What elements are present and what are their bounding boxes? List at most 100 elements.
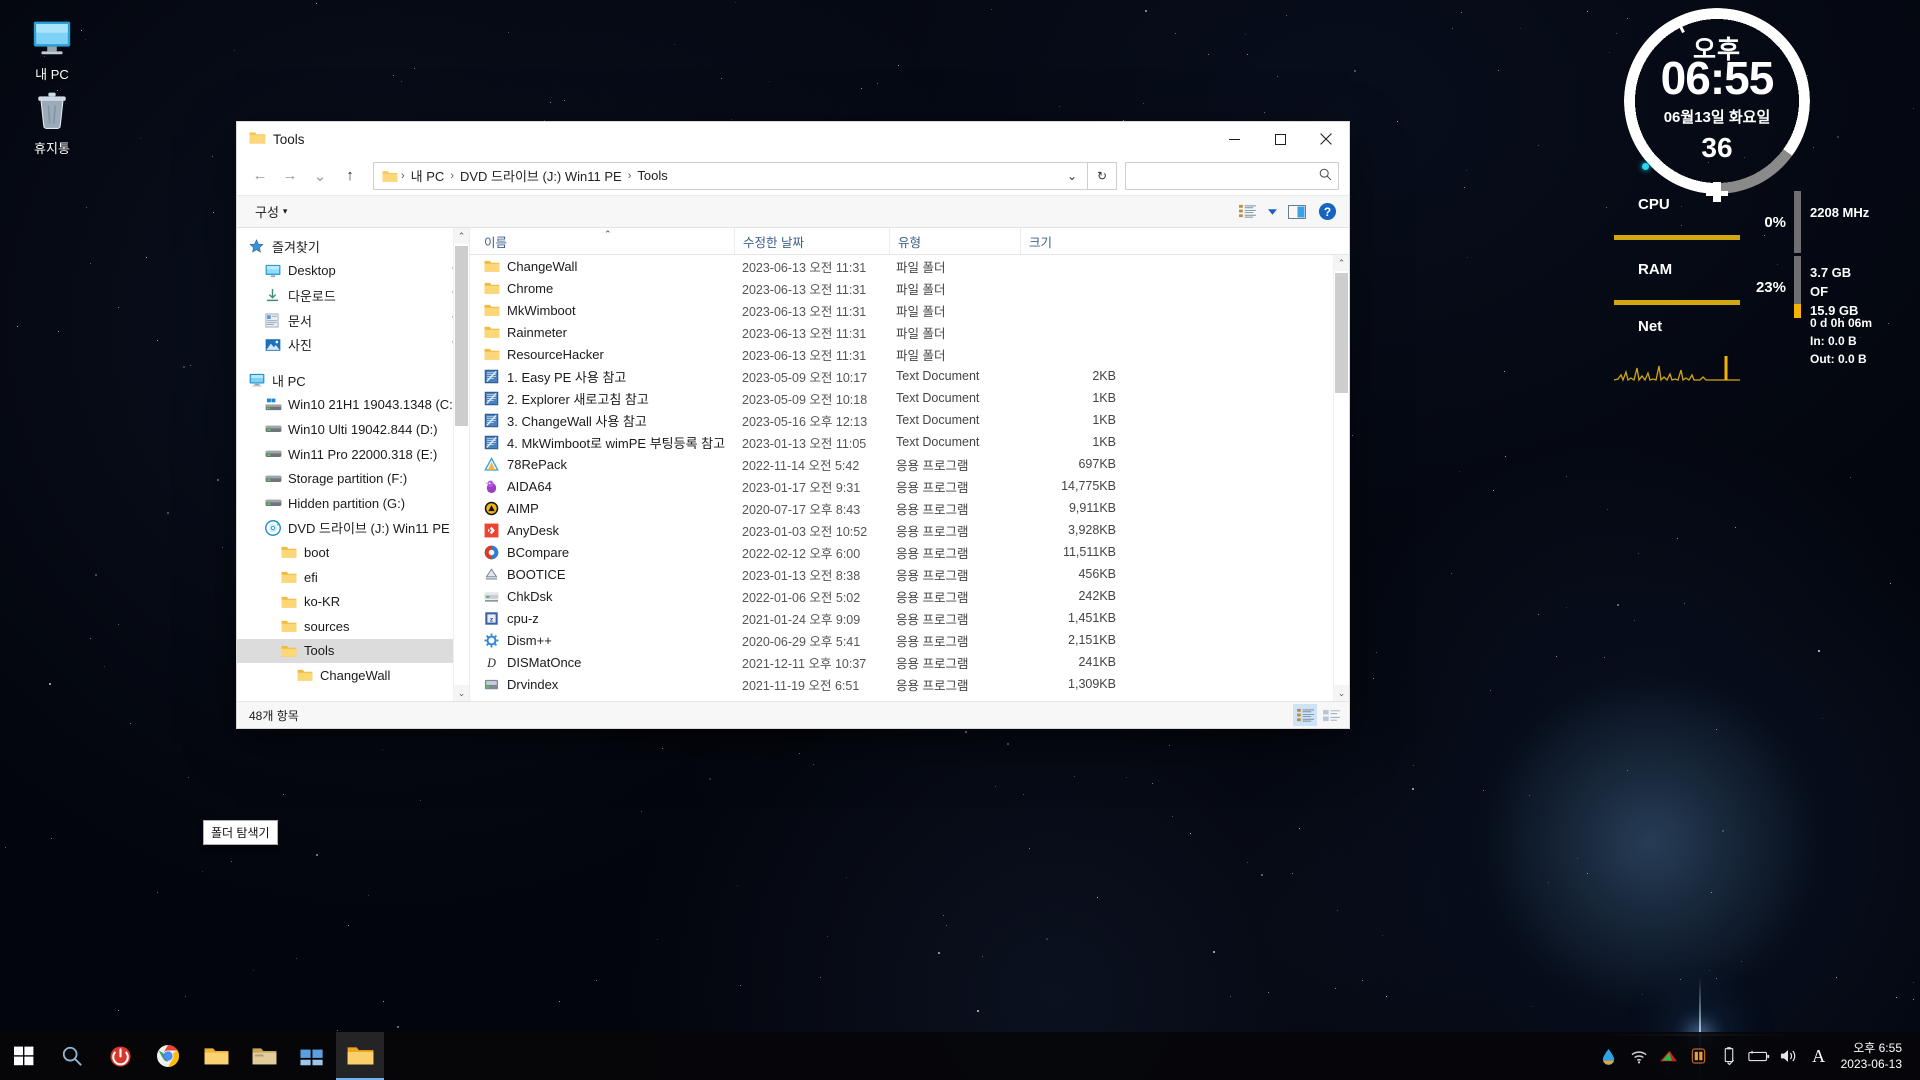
scroll-up-arrow[interactable]: ⌃: [454, 228, 469, 244]
recent-locations-button[interactable]: ⌄: [305, 161, 335, 191]
scrollbar-thumb[interactable]: [455, 246, 468, 426]
address-bar[interactable]: › 내 PC › DVD 드라이브 (J:) Win11 PE › Tools …: [373, 161, 1088, 190]
sidebar-item-ko-kr[interactable]: ko-KR: [237, 589, 469, 614]
scroll-up-arrow[interactable]: ⌃: [1334, 255, 1349, 271]
table-row[interactable]: AnyDesk 2023-01-03 오전 10:52 응용 프로그램 3,928KB: [470, 519, 1349, 541]
up-button[interactable]: ↑: [335, 161, 365, 191]
table-row[interactable]: Dism++ 2020-06-29 오후 5:41 응용 프로그램 2,151KB: [470, 629, 1349, 651]
column-header-name[interactable]: 이름 ⌃: [476, 228, 734, 254]
table-row[interactable]: ChkDsk 2022-01-06 오전 5:02 응용 프로그램 242KB: [470, 585, 1349, 607]
chevron-down-icon[interactable]: ⌄: [1059, 164, 1085, 188]
minimize-button[interactable]: [1211, 122, 1257, 156]
app-78repack-icon: [484, 456, 501, 472]
search-icon[interactable]: [48, 1032, 96, 1080]
view-dropdown-caret[interactable]: [1263, 200, 1281, 224]
file-explorer-active-button[interactable]: [336, 1032, 384, 1080]
column-header-size[interactable]: 크기: [1020, 228, 1119, 254]
table-row[interactable]: Drvindex 2021-11-19 오전 6:51 응용 프로그램 1,309KB: [470, 673, 1349, 695]
sidebar-item-boot[interactable]: boot: [237, 540, 469, 565]
scrollbar-thumb[interactable]: [1335, 273, 1348, 393]
battery-icon[interactable]: [1745, 1032, 1773, 1080]
chrome-icon[interactable]: [144, 1032, 192, 1080]
windows-start-icon[interactable]: [0, 1032, 48, 1080]
water-drop-icon[interactable]: [1595, 1032, 1623, 1080]
sidebar-item-즐겨찾기[interactable]: 즐겨찾기: [237, 234, 469, 259]
table-row[interactable]: BCompare 2022-02-12 오후 6:00 응용 프로그램 11,511K…: [470, 541, 1349, 563]
back-button[interactable]: ←: [245, 161, 275, 191]
preview-pane-icon[interactable]: [1283, 200, 1311, 224]
sidebar-item-efi[interactable]: efi: [237, 565, 469, 590]
breadcrumb-item-dvd-drive[interactable]: DVD 드라이브 (J:) Win11 PE: [455, 166, 627, 185]
taskbar[interactable]: A 오후 6:55 2023-06-13: [0, 1032, 1920, 1080]
file-explorer-window[interactable]: Tools ← → ⌄ ↑ › 내 PC › DVD 드라이브 (J:) Win…: [236, 121, 1350, 729]
column-header-type[interactable]: 유형: [889, 228, 1020, 254]
sidebar-item-문서[interactable]: 문서: [237, 308, 469, 333]
sidebar-item-win10-ulti-19042-844-d[interactable]: Win10 Ulti 19042.844 (D:): [237, 417, 469, 442]
wifi-icon[interactable]: [1625, 1032, 1653, 1080]
table-row[interactable]: 1. Easy PE 사용 참고 2023-05-09 오전 10:17 Text …: [470, 365, 1349, 387]
sidebar-item-다운로드[interactable]: 다운로드: [237, 283, 469, 308]
sidebar-item-win11-pro-22000-318-e[interactable]: Win11 Pro 22000.318 (E:): [237, 442, 469, 467]
tiles-view-icon[interactable]: [1319, 704, 1343, 726]
breadcrumb-item-my-pc[interactable]: 내 PC: [406, 166, 450, 185]
table-row[interactable]: AIDA64 2023-01-17 오전 9:31 응용 프로그램 14,775KB: [470, 475, 1349, 497]
usb-drive-icon[interactable]: [1715, 1032, 1743, 1080]
breadcrumb-item-tools[interactable]: Tools: [632, 168, 672, 183]
sidebar-item-changewall[interactable]: ChangeWall: [237, 663, 469, 688]
sidebar-item-dvd-드라이브-j-win11-pe[interactable]: DVD 드라이브 (J:) Win11 PE: [237, 516, 469, 541]
ime-icon[interactable]: A: [1805, 1032, 1833, 1080]
table-row[interactable]: 78RePack 2022-11-14 오전 5:42 응용 프로그램 697KB: [470, 453, 1349, 475]
maximize-button[interactable]: [1257, 122, 1303, 156]
search-input[interactable]: [1132, 167, 1319, 184]
taskbar-clock-time: 오후 6:55: [1853, 1041, 1902, 1055]
sidebar-item-win10-21h1-19043-1348-c[interactable]: Win10 21H1 19043.1348 (C:): [237, 393, 469, 418]
sidebar-item-desktop[interactable]: Desktop: [237, 259, 469, 284]
task-view-icon[interactable]: [288, 1032, 336, 1080]
refresh-button[interactable]: ↻: [1088, 161, 1117, 190]
scroll-down-arrow[interactable]: ⌄: [454, 685, 469, 701]
search-box[interactable]: [1125, 161, 1339, 190]
close-button[interactable]: [1303, 122, 1349, 156]
sidebar-item-hidden-partition-g[interactable]: Hidden partition (G:): [237, 491, 469, 516]
sidebar-item-사진[interactable]: 사진: [237, 332, 469, 357]
table-row[interactable]: AIMP 2020-07-17 오후 8:43 응용 프로그램 9,911KB: [470, 497, 1349, 519]
navigation-pane[interactable]: 즐겨찾기 Desktop 다운로드 문서 사진내 PC Win10 21H1 19043.…: [237, 228, 470, 701]
window-titlebar[interactable]: Tools: [237, 122, 1349, 156]
sidebar-item-tools[interactable]: Tools: [237, 638, 469, 664]
view-list-icon[interactable]: [1233, 200, 1261, 224]
file-list-scrollbar[interactable]: ⌃ ⌄: [1333, 255, 1349, 701]
help-icon[interactable]: ?: [1313, 200, 1341, 224]
table-row[interactable]: D DISMatOnce 2021-12-11 오후 10:37 응용 프로그램 241…: [470, 651, 1349, 673]
nvidia-icon[interactable]: [1655, 1032, 1683, 1080]
table-row[interactable]: BOOTICE 2023-01-13 오전 8:38 응용 프로그램 456KB: [470, 563, 1349, 585]
table-row[interactable]: Rainmeter 2023-06-13 오전 11:31 파일 폴더: [470, 321, 1349, 343]
volume-icon[interactable]: [1775, 1032, 1803, 1080]
table-row[interactable]: ChangeWall 2023-06-13 오전 11:31 파일 폴더: [470, 255, 1349, 277]
folder-explorer-icon[interactable]: [240, 1032, 288, 1080]
navigation-scrollbar[interactable]: ⌃ ⌄: [453, 228, 469, 701]
sidebar-item-label: 내 PC: [272, 373, 306, 389]
sidebar-item-내-pc[interactable]: 내 PC: [237, 368, 469, 393]
sidebar-item-sources[interactable]: sources: [237, 614, 469, 639]
file-explorer-icon-1[interactable]: [192, 1032, 240, 1080]
table-row[interactable]: 3. ChangeWall 사용 참고 2023-05-16 오후 12:13 Te…: [470, 409, 1349, 431]
table-row[interactable]: Chrome 2023-06-13 오전 11:31 파일 폴더: [470, 277, 1349, 299]
table-row[interactable]: z cpu-z 2021-01-24 오후 9:09 응용 프로그램 1,451KB: [470, 607, 1349, 629]
search-icon[interactable]: [1319, 168, 1332, 184]
organize-button[interactable]: 구성 ▾: [249, 199, 293, 224]
sidebar-item-storage-partition-f[interactable]: Storage partition (F:): [237, 466, 469, 491]
taskbar-clock[interactable]: 오후 6:55 2023-06-13: [1835, 1040, 1910, 1072]
power-icon[interactable]: [96, 1032, 144, 1080]
forward-button[interactable]: →: [275, 161, 305, 191]
table-row[interactable]: 4. MkWimboot로 wimPE 부팅등록 참고 2023-01-13 오전…: [470, 431, 1349, 453]
details-view-icon[interactable]: [1293, 704, 1317, 726]
table-row[interactable]: ResourceHacker 2023-06-13 오전 11:31 파일 폴더: [470, 343, 1349, 365]
column-header-date[interactable]: 수정한 날짜: [734, 228, 889, 254]
desktop-icon-my-pc[interactable]: 내 PC: [6, 14, 98, 82]
desktop-icon-recycle-bin[interactable]: 휴지통: [6, 88, 98, 156]
usb-device-icon[interactable]: [1685, 1032, 1713, 1080]
scroll-down-arrow[interactable]: ⌄: [1334, 685, 1349, 701]
table-row[interactable]: MkWimboot 2023-06-13 오전 11:31 파일 폴더: [470, 299, 1349, 321]
file-name-cell: AIDA64: [476, 479, 734, 494]
table-row[interactable]: 2. Explorer 새로고침 참고 2023-05-09 오전 10:18 Te…: [470, 387, 1349, 409]
